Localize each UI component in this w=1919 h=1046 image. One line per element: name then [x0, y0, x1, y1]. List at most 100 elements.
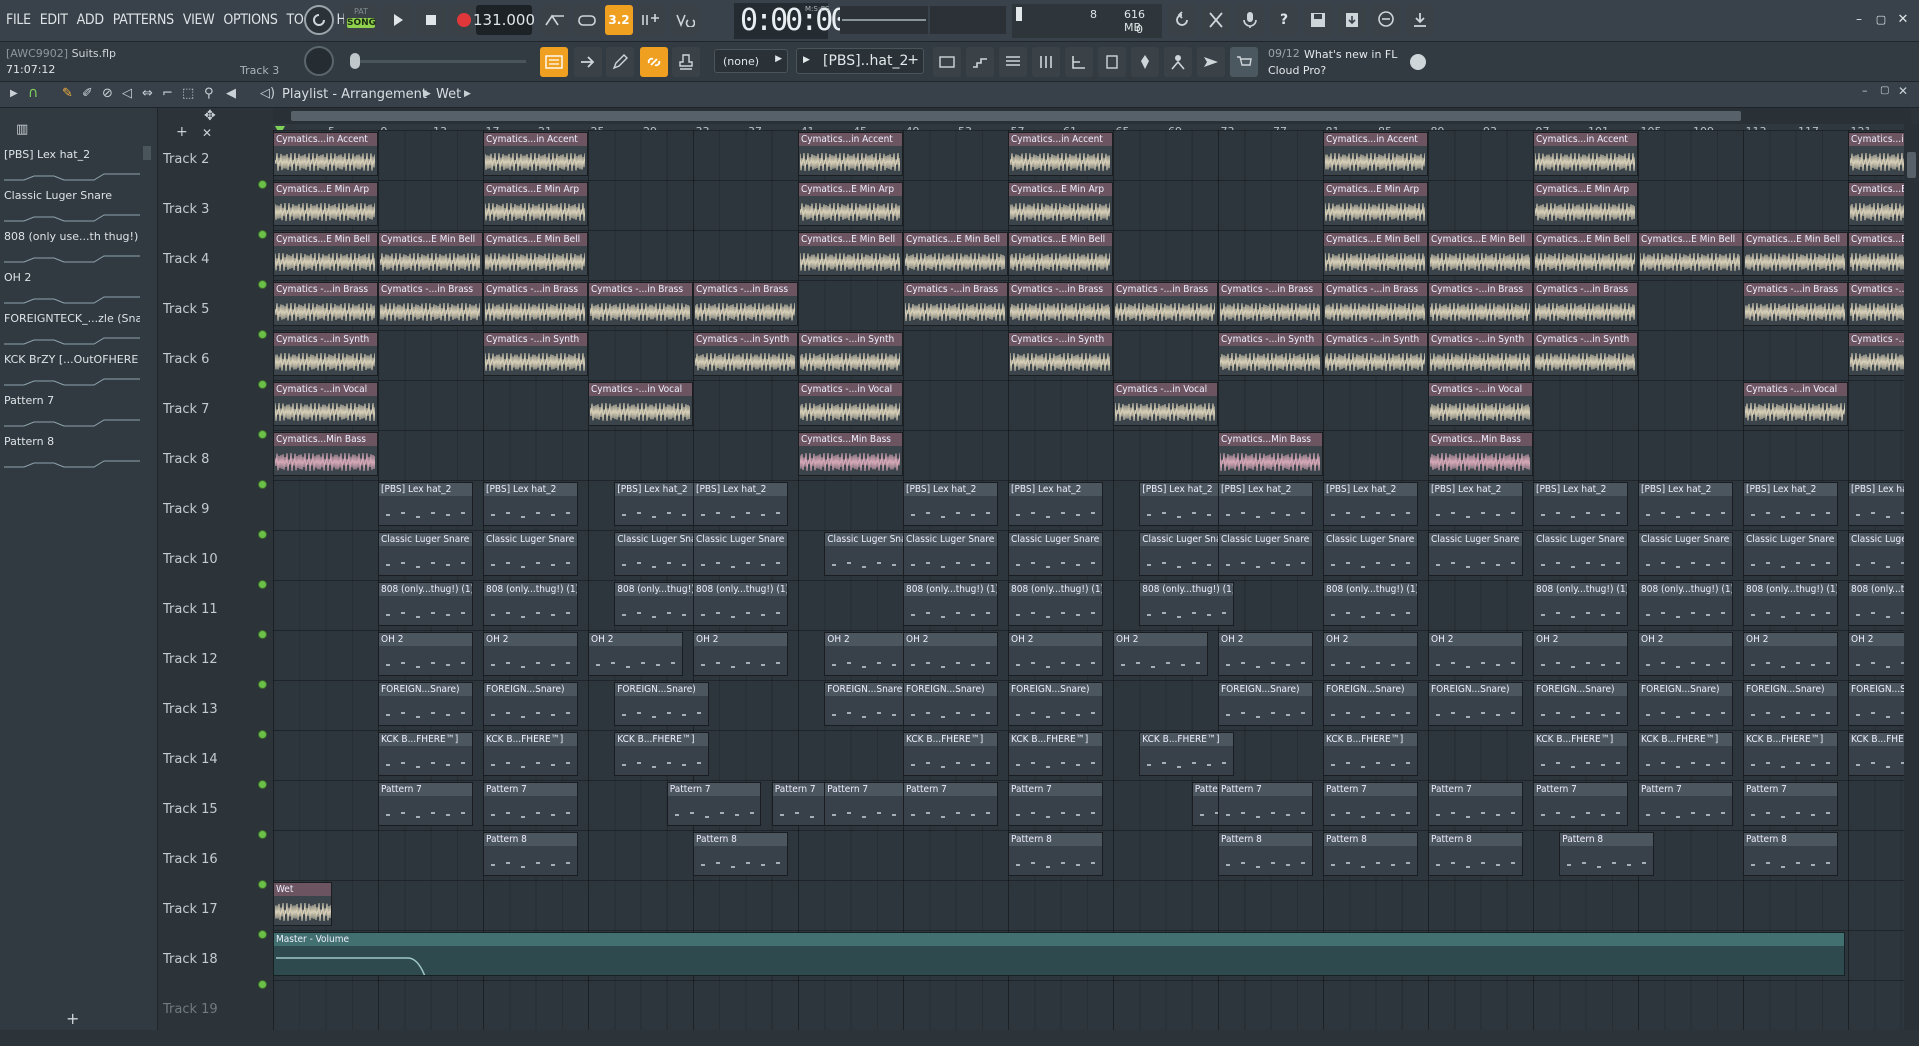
pattern-clip[interactable]: Pattern 7 [1743, 782, 1838, 826]
audio-clip[interactable]: Cymatics...E Min Bell [483, 232, 588, 276]
pattern-clip[interactable]: OH 2 [1743, 632, 1838, 676]
pattern-clip[interactable]: 808 (only...thug!) (1) [693, 582, 788, 626]
menu-view[interactable]: VIEW [183, 12, 215, 28]
playlist-minimize-button[interactable]: – [1862, 84, 1868, 97]
playlist-grid[interactable]: Cymatics...in Accent Cymatics...in Accent… [273, 130, 1911, 1030]
pattern-clip[interactable]: [PBS] Lex hat_2 [1218, 482, 1313, 526]
scrollbar-thumb[interactable] [291, 111, 1741, 121]
piano-roll-icon[interactable] [966, 47, 994, 77]
pattern-clip[interactable]: Pattern 8 [483, 832, 578, 876]
pattern-clip[interactable]: OH 2 [1533, 632, 1628, 676]
add-track-icon[interactable]: + [176, 124, 188, 140]
pattern-clip[interactable]: [PBS] Lex hat_2 [1743, 482, 1838, 526]
arrow-right-icon[interactable] [574, 47, 602, 77]
audio-clip[interactable]: Cymatics...Min Bass [1218, 432, 1323, 476]
master-volume-slider[interactable] [840, 6, 928, 34]
pattern-clip[interactable]: [PBS] Lex hat_2 [1008, 482, 1103, 526]
track-header[interactable]: Track 7 [160, 396, 273, 446]
audio-clip[interactable]: Cymatics...E Min Bell [903, 232, 1008, 276]
menu-edit[interactable]: EDIT [40, 12, 68, 28]
add-pattern-icon[interactable]: + [907, 52, 919, 68]
audio-clip[interactable]: Cymatics...E Min Arp [1323, 182, 1428, 226]
audio-clip[interactable]: Cymatics...E Min Bell [378, 232, 483, 276]
minimize-window-button[interactable]: – [1850, 10, 1868, 28]
track-mute-led[interactable] [258, 180, 267, 189]
pattern-clip[interactable]: 808 (only...thug!) (1) [1139, 582, 1234, 626]
pattern-picker-icon[interactable] [933, 47, 961, 77]
audio-clip[interactable]: Cymatics -...in Brass [1008, 282, 1113, 326]
person-icon[interactable] [1164, 47, 1192, 77]
cart-icon[interactable] [1230, 47, 1258, 77]
audio-clip[interactable]: Cymatics...E Min Arp [1533, 182, 1638, 226]
pattern-clip[interactable]: KCK B...FHERE™] [1008, 732, 1103, 776]
track-mute-led[interactable] [258, 380, 267, 389]
audio-clip[interactable]: Cymatics -...in Synth [798, 332, 903, 376]
playlist-maximize-button[interactable]: ▢ [1880, 85, 1889, 96]
magnet-icon[interactable]: ∩ [28, 85, 38, 101]
pattern-clip[interactable]: Pattern 7 [666, 782, 762, 826]
help-icon[interactable]: ? [1270, 5, 1298, 35]
main-pitch-knob[interactable] [304, 46, 334, 76]
microphone-icon[interactable] [1236, 5, 1264, 35]
browser-tree-icon[interactable] [1065, 47, 1093, 77]
close-window-button[interactable]: ✕ [1894, 10, 1912, 28]
link-icon[interactable] [640, 47, 668, 77]
picker-item[interactable]: KCK BrZY [...OutOFHERE™] [4, 353, 140, 391]
pattern-clip[interactable]: 808 (only...thug!) (1) [1008, 582, 1103, 626]
track-mute-led[interactable] [258, 630, 267, 639]
track-header[interactable]: Track 17 [160, 896, 273, 946]
pattern-clip[interactable]: FOREIGN...Snare) [1743, 682, 1838, 726]
pattern-clip[interactable]: FOREIGN...Snare) [1848, 682, 1911, 726]
pattern-clip[interactable]: Classic Luger Snare [483, 532, 578, 576]
pattern-clip[interactable]: FOREIGN...Snare) [378, 682, 473, 726]
pat-song-toggle[interactable]: PAT SONG [344, 4, 378, 36]
stop-button[interactable] [416, 5, 446, 35]
pattern-clip[interactable]: OH 2 [693, 632, 788, 676]
track-header[interactable]: Track 15 [160, 796, 273, 846]
audio-clip[interactable]: Cymatics -...in Brass [378, 282, 483, 326]
track-header[interactable]: Track 9 [160, 496, 273, 546]
pattern-clip[interactable]: KCK B...FHERE™] [378, 732, 473, 776]
position-slider[interactable] [350, 53, 526, 69]
pattern-clip[interactable]: Pattern 8 [1218, 832, 1313, 876]
pattern-clip[interactable]: Classic Luger Snare [903, 532, 998, 576]
download-icon[interactable] [1406, 5, 1434, 35]
pattern-clip[interactable]: OH 2 [1848, 632, 1911, 676]
menu-options[interactable]: OPTIONS [223, 12, 277, 28]
pattern-clip[interactable]: FOREIGN...Snare) [903, 682, 998, 726]
pattern-clip[interactable]: 808 (only...thug!) (1) [483, 582, 578, 626]
audio-clip[interactable]: Cymatics -...in Brass [1743, 282, 1848, 326]
picker-item[interactable]: OH 2 [4, 271, 140, 309]
audio-clip[interactable]: Cymatics...in Accent [1323, 132, 1428, 176]
audio-clip[interactable]: Cymatics -...in Brass [693, 282, 798, 326]
render-icon[interactable] [1338, 5, 1366, 35]
pattern-clip[interactable]: Classic Luger Snare [1008, 532, 1103, 576]
track-mute-led[interactable] [258, 230, 267, 239]
pattern-clip[interactable]: [PBS] Lex hat_2 [903, 482, 998, 526]
zoom-tool-icon[interactable]: ⚲ [204, 86, 214, 101]
news-panel[interactable]: 09/12 What's new in FL Cloud Pro? [1264, 45, 1434, 79]
pattern-clip[interactable]: Classic Luger Snare [1848, 532, 1911, 576]
picker-item[interactable]: Pattern 7 [4, 394, 140, 432]
undo-icon[interactable] [1168, 5, 1196, 35]
picker-item[interactable]: 808 (only use...th thug!) (1) [4, 230, 140, 268]
pattern-clip[interactable]: KCK B...FHERE™] [614, 732, 709, 776]
audio-clip[interactable]: Cymatics -...in Brass [1848, 282, 1911, 326]
audio-clip[interactable]: Cymatics...E Min Arp [1848, 182, 1911, 226]
track-header[interactable]: Track 6 [160, 346, 273, 396]
audio-clip[interactable]: Cymatics...in Accent [273, 132, 378, 176]
track-mute-led[interactable] [258, 480, 267, 489]
tempo-display[interactable]: 131.000 [473, 5, 535, 35]
audio-clip[interactable]: Cymatics...E Min Bell [1323, 232, 1428, 276]
chevron-right-icon[interactable]: ▶ [10, 88, 18, 99]
playlist-close-button[interactable]: ✕ [1898, 84, 1908, 98]
audio-clip[interactable]: Cymatics...E Min Bell [798, 232, 903, 276]
track-mute-led[interactable] [258, 580, 267, 589]
pattern-clip[interactable]: [PBS] Lex hat_2 [483, 482, 578, 526]
track-mute-led[interactable] [258, 330, 267, 339]
slip-tool-icon[interactable]: ⇔ [142, 86, 153, 101]
plugin-picker-icon[interactable] [1098, 47, 1126, 77]
playlist-button[interactable] [540, 47, 568, 77]
track-header[interactable]: Track 14 [160, 746, 273, 796]
paint-tool-icon[interactable]: ✐ [82, 86, 93, 101]
